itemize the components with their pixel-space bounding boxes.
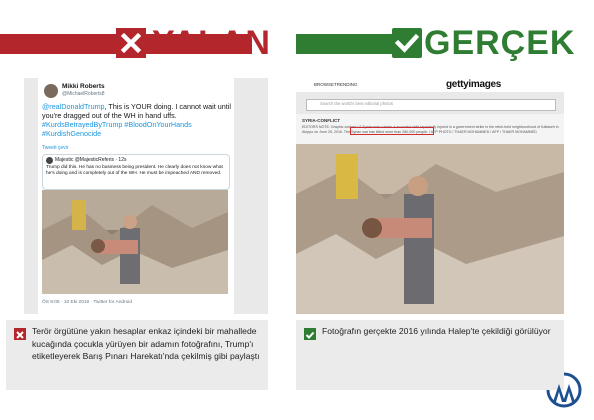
quote-avatar xyxy=(46,157,53,164)
caption-title: SYRIA-CONFLICT xyxy=(302,118,340,123)
false-caption-text: Terör örgütüne yakın hesaplar enkaz için… xyxy=(32,326,260,362)
tweet-photo xyxy=(42,190,228,294)
getty-photo xyxy=(296,144,564,314)
search-placeholder: Search the world's best editorial photos xyxy=(320,101,393,106)
tweet-hashtags: #KurdsBetrayedByTrump #BloodOnYourHands … xyxy=(42,120,192,138)
avatar xyxy=(44,84,58,98)
tweet-author-handle: @MichaelRoberts8 xyxy=(62,91,105,97)
tweet-body: @realDonaldTrump, This is YOUR doing. I … xyxy=(42,102,232,138)
true-caption-text: Fotoğrafın gerçekte 2016 yılında Halep't… xyxy=(322,326,551,336)
check-icon xyxy=(392,28,422,58)
cross-icon xyxy=(116,28,146,58)
translate-tweet-link: Tweeti çevir xyxy=(42,145,69,151)
browse-menu: BROWSE xyxy=(314,82,335,87)
false-label: YALAN xyxy=(152,24,271,62)
getty-logo: gettyimages xyxy=(446,79,502,90)
tweet-timestamp: ÖS 9:05 · 10 Eki 2019 · Twitter for Andr… xyxy=(42,300,133,305)
quote-body: Trump did this. He has no business being… xyxy=(46,165,223,176)
tweet-mention: @realDonaldTrump xyxy=(42,102,105,111)
quote-author: Majestic @MajesticReferis · 12s xyxy=(55,157,127,163)
caption-highlight xyxy=(350,127,434,135)
cross-icon xyxy=(14,328,26,340)
check-icon xyxy=(304,328,316,340)
true-label: GERÇEK xyxy=(424,24,576,62)
aa-logo-icon xyxy=(544,370,584,410)
tweet-author-name: Mikki Roberts xyxy=(62,83,105,90)
trending-menu: TRENDING xyxy=(334,82,358,87)
